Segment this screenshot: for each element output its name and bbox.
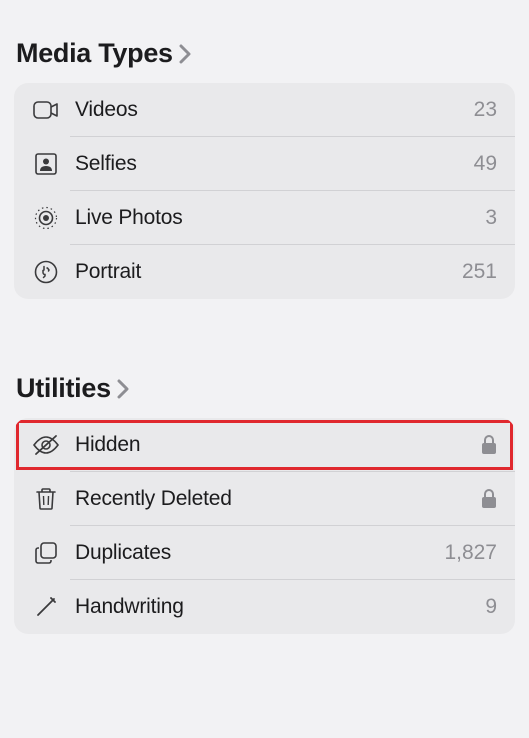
lock-icon [481, 489, 497, 509]
media-types-title: Media Types [16, 38, 173, 69]
item-count: 49 [474, 152, 497, 176]
utilities-title: Utilities [16, 373, 111, 404]
list-item-handwriting[interactable]: Handwriting 9 [14, 580, 515, 634]
list-item-videos[interactable]: Videos 23 [14, 83, 515, 137]
hidden-eye-icon [32, 434, 60, 456]
list-item-duplicates[interactable]: Duplicates 1,827 [14, 526, 515, 580]
lock-icon [481, 435, 497, 455]
item-label: Duplicates [75, 541, 444, 565]
list-item-recently-deleted[interactable]: Recently Deleted [14, 472, 515, 526]
handwriting-icon [32, 595, 60, 619]
chevron-right-icon [179, 44, 191, 64]
item-count: 1,827 [444, 541, 497, 565]
list-item-portrait[interactable]: Portrait 251 [14, 245, 515, 299]
live-photos-icon [32, 206, 60, 230]
media-types-header[interactable]: Media Types [14, 0, 515, 83]
item-label: Selfies [75, 152, 474, 176]
list-item-live-photos[interactable]: Live Photos 3 [14, 191, 515, 245]
item-label: Videos [75, 98, 474, 122]
list-item-selfies[interactable]: Selfies 49 [14, 137, 515, 191]
utilities-section: Utilities Hidden [0, 335, 529, 634]
portrait-icon [32, 260, 60, 284]
item-count: 9 [485, 595, 497, 619]
selfie-icon [32, 153, 60, 175]
list-item-hidden[interactable]: Hidden [14, 418, 515, 472]
item-label: Hidden [75, 433, 481, 457]
video-icon [32, 101, 60, 119]
utilities-list: Hidden Recently Deleted [14, 418, 515, 634]
media-types-section: Media Types Videos 23 [0, 0, 529, 299]
trash-icon [32, 487, 60, 511]
item-count: 3 [485, 206, 497, 230]
item-count: 23 [474, 98, 497, 122]
item-label: Portrait [75, 260, 462, 284]
item-label: Recently Deleted [75, 487, 481, 511]
duplicates-icon [32, 541, 60, 565]
utilities-header[interactable]: Utilities [14, 335, 515, 418]
item-label: Handwriting [75, 595, 485, 619]
chevron-right-icon [117, 379, 129, 399]
media-types-list: Videos 23 Selfies 49 Liv [14, 83, 515, 299]
item-count: 251 [462, 260, 497, 284]
item-label: Live Photos [75, 206, 485, 230]
